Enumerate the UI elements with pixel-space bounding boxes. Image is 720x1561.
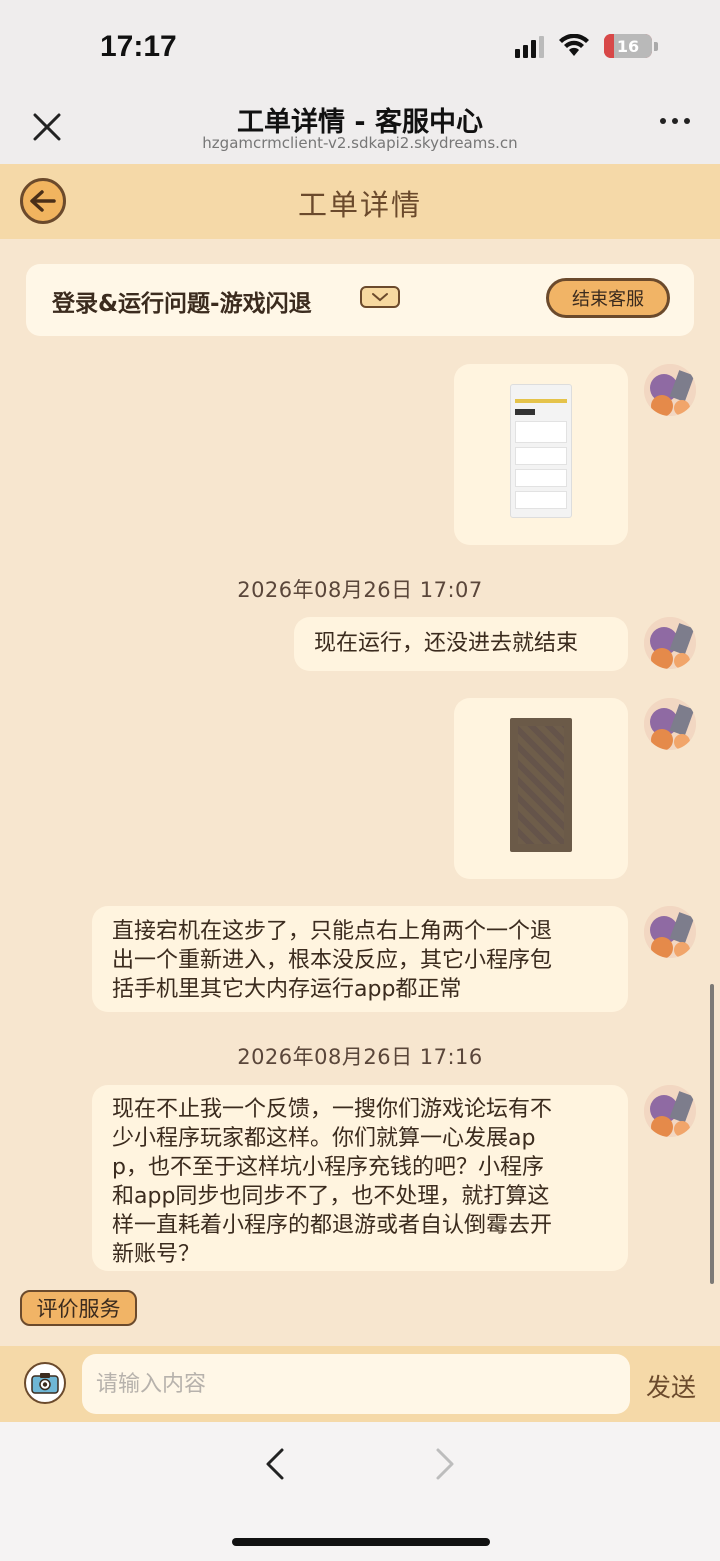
send-button[interactable]: 发送 (646, 1368, 696, 1404)
message-text-line: 括手机里其它大内存运行app都正常 (112, 977, 462, 1002)
end-service-button[interactable]: 结束客服 (546, 278, 670, 318)
image-message[interactable] (454, 364, 628, 545)
message-text-line: 出一个重新进入，根本没反应，其它小程序包 (112, 948, 553, 973)
avatar (644, 364, 696, 416)
ticket-category: 登录&运行问题-游戏闪退 (52, 291, 312, 317)
rate-service-button[interactable]: 评价服务 (20, 1290, 137, 1326)
browser-url: hzgamcrmclient-v2.sdkapi2.skydreams.cn (202, 134, 518, 152)
more-icon[interactable] (660, 118, 690, 124)
message-text-line: p，也不至于这样坑小程序充钱的吧？小程序 (112, 1155, 544, 1180)
page-header: 工单详情 (0, 164, 720, 239)
storage-screenshot-thumbnail (510, 384, 572, 518)
game-screenshot-thumbnail (510, 718, 572, 852)
message-text: 现在运行，还没进去就结束 (314, 631, 579, 656)
input-bar: 发送 (0, 1346, 720, 1422)
avatar (644, 698, 696, 750)
message-input[interactable] (82, 1354, 630, 1414)
chat-bubble: 现在运行，还没进去就结束 (294, 617, 628, 671)
ticket-card: 登录&运行问题-游戏闪退 结束客服 (26, 264, 694, 336)
chat-bubble: 直接宕机在这步了，只能点右上角两个一个退 出一个重新进入，根本没反应，其它小程序… (92, 906, 628, 1012)
chat-bubble: 现在不止我一个反馈，一搜你们游戏论坛有不 少小程序玩家都这样。你们就算一心发展a… (92, 1085, 628, 1271)
browser-header: 工单详情 - 客服中心 hzgamcrmclient-v2.sdkapi2.sk… (0, 92, 720, 164)
camera-icon[interactable] (24, 1362, 66, 1404)
status-icons: 16 (515, 34, 658, 58)
message-text-line: 和app同步也同步不了，也不处理，就打算这 (112, 1184, 550, 1209)
chevron-left-icon[interactable] (258, 1444, 294, 1484)
battery-tip (654, 41, 658, 51)
image-message[interactable] (454, 698, 628, 879)
message-text-line: 样一直耗着小程序的都退游或者自认倒霉去开 (112, 1213, 553, 1238)
timestamp: 2026年08月26日 17:16 (237, 1045, 483, 1069)
browser-toolbar (0, 1422, 720, 1561)
message-text-line: 新账号？ (112, 1242, 201, 1267)
chevron-right-icon[interactable] (426, 1444, 462, 1484)
message-text-line: 直接宕机在这步了，只能点右上角两个一个退 (112, 919, 553, 944)
signal-icon (515, 34, 544, 58)
status-bar: 17:17 16 (0, 0, 720, 92)
battery-icon: 16 (604, 34, 652, 58)
message-text-line: 现在不止我一个反馈，一搜你们游戏论坛有不 (112, 1097, 553, 1122)
home-indicator[interactable] (232, 1538, 490, 1546)
message-text-line: 少小程序玩家都这样。你们就算一心发展ap (112, 1126, 536, 1151)
avatar (644, 617, 696, 669)
timestamp: 2026年08月26日 17:07 (237, 578, 483, 602)
avatar (644, 906, 696, 958)
status-time: 17:17 (100, 30, 177, 63)
scrollbar[interactable] (710, 984, 714, 1284)
chevron-down-icon[interactable] (360, 286, 400, 308)
avatar (644, 1085, 696, 1137)
battery-level: 16 (616, 36, 640, 56)
page-title: 工单详情 (297, 188, 422, 222)
wifi-icon (558, 34, 590, 58)
